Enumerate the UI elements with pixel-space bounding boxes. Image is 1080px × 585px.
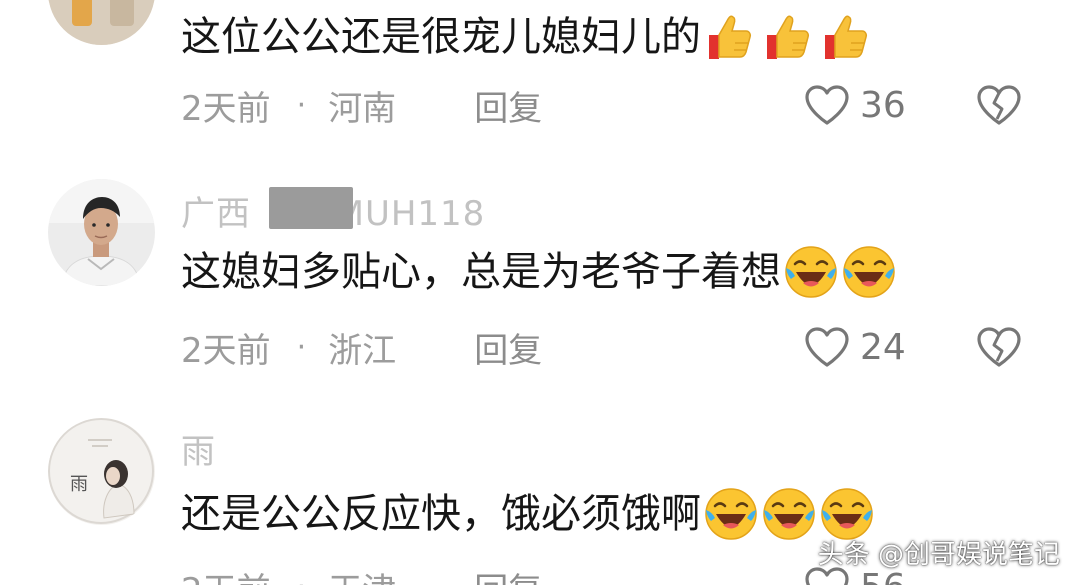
laughing-crying-emoji-icon [703, 486, 759, 542]
username-tail: MUH118 [334, 194, 486, 234]
username-redaction [268, 186, 353, 229]
comment-text-content: 这媳妇多贴心，总是为老爷子着想 [181, 249, 781, 295]
comment-region: 天津 [328, 563, 420, 585]
comment-time: 2天前 [181, 563, 271, 585]
comment-meta: 2天前 · 天津 回复 [181, 564, 542, 585]
dislike-button[interactable] [976, 326, 1022, 368]
broken-heart-icon [977, 327, 1021, 367]
reply-button[interactable]: 回复 [474, 563, 542, 585]
username-text: 雨 [181, 432, 216, 472]
thumbs-up-emoji-icon [819, 9, 875, 65]
comment-meta: 2天前 · 河南 回复 [181, 81, 542, 130]
comment-list: 这位公公还是很宠儿媳妇儿的 2天前 · 河南 回复 36 广西 MUH118 这… [0, 0, 1080, 585]
avatar[interactable]: 雨 [48, 418, 155, 525]
avatar-caption: 雨 [70, 474, 88, 495]
reply-button[interactable]: 回复 [474, 81, 542, 130]
comment-text: 还是公公反应快，饿必须饿啊 [181, 488, 875, 540]
meta-separator: · [296, 87, 307, 123]
comment-time: 2天前 [181, 330, 271, 371]
comment-username[interactable]: 广西 MUH118 [181, 186, 485, 237]
heart-icon [805, 85, 849, 125]
avatar[interactable] [48, 0, 155, 45]
thumbs-up-emoji-icon [761, 9, 817, 65]
comment-region: 浙江 [328, 330, 397, 371]
laughing-crying-emoji-icon [783, 244, 839, 300]
comment-time: 2天前 [181, 88, 271, 129]
avatar[interactable] [48, 179, 155, 286]
laughing-crying-emoji-icon [841, 244, 897, 300]
dislike-button[interactable] [976, 84, 1022, 126]
comment-meta: 2天前 · 浙江 回复 [181, 323, 542, 372]
reply-button[interactable]: 回复 [474, 323, 542, 372]
like-button[interactable]: 24 [804, 324, 906, 370]
watermark: 头条 @创哥娱说笔记 [817, 540, 1060, 570]
thumbs-up-emoji-icon [703, 9, 759, 65]
like-count: 24 [860, 326, 906, 368]
comment-text-content: 这位公公还是很宠儿媳妇儿的 [181, 14, 701, 60]
meta-separator: · [297, 570, 307, 585]
comment-region: 河南 [328, 88, 397, 129]
broken-heart-icon [977, 85, 1021, 125]
comment-username[interactable]: 雨 [181, 424, 216, 473]
comment-text: 这位公公还是很宠儿媳妇儿的 [181, 13, 875, 61]
heart-icon [805, 327, 849, 367]
laughing-crying-emoji-icon [761, 486, 817, 542]
meta-separator: · [296, 329, 307, 365]
username-text: 广西 [181, 194, 251, 234]
comment-text-content: 还是公公反应快，饿必须饿啊 [181, 491, 701, 537]
like-button[interactable]: 36 [804, 82, 906, 128]
like-count: 36 [860, 84, 906, 126]
comment-text: 这媳妇多贴心，总是为老爷子着想 [181, 246, 897, 298]
